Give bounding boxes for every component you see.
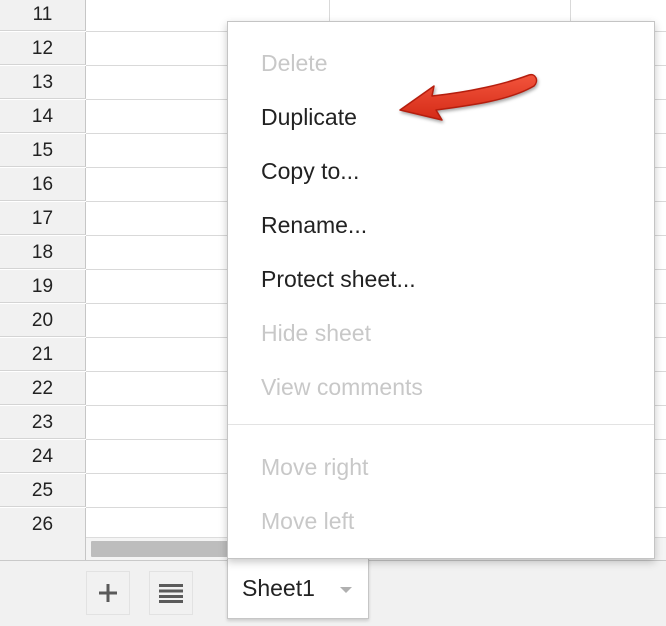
row-header-14[interactable]: 14: [0, 100, 86, 133]
add-sheet-button[interactable]: [86, 571, 130, 615]
row-header-filler: [0, 540, 86, 560]
caret-down-icon[interactable]: [340, 587, 352, 593]
menu-item-rename[interactable]: Rename...: [261, 212, 367, 239]
menu-item-delete: Delete: [261, 50, 328, 76]
menu-item-protect-sheet[interactable]: Protect sheet...: [261, 266, 416, 293]
plus-icon: [99, 584, 117, 602]
menu-item-move-right: Move right: [261, 454, 369, 480]
row-header-23[interactable]: 23: [0, 406, 86, 439]
row-header-12[interactable]: 12: [0, 32, 86, 65]
menu-separator: [228, 424, 654, 425]
sheet-tab-label: Sheet1: [242, 575, 315, 601]
row-header-13[interactable]: 13: [0, 66, 86, 99]
row-header-21[interactable]: 21: [0, 338, 86, 371]
spreadsheet-window: 11 12 13 14 15 16 17 18 19 20 21 22 23 2…: [0, 0, 666, 626]
row-header-24[interactable]: 24: [0, 440, 86, 473]
row-header-25[interactable]: 25: [0, 474, 86, 507]
row-header-11[interactable]: 11: [0, 0, 86, 31]
row-header-19[interactable]: 19: [0, 270, 86, 303]
menu-item-move-left: Move left: [261, 508, 355, 534]
row-header-26[interactable]: 26: [0, 508, 86, 541]
menu-item-duplicate[interactable]: Duplicate: [261, 104, 357, 131]
menu-item-hide-sheet: Hide sheet: [261, 320, 371, 346]
menu-item-view-comments: View comments: [261, 374, 423, 400]
red-arrow-annotation: [399, 73, 538, 121]
row-header-17[interactable]: 17: [0, 202, 86, 235]
row-header-18[interactable]: 18: [0, 236, 86, 269]
row-header-20[interactable]: 20: [0, 304, 86, 337]
all-sheets-button[interactable]: [149, 571, 193, 615]
row-header-22[interactable]: 22: [0, 372, 86, 405]
menu-item-copy-to[interactable]: Copy to...: [261, 158, 359, 185]
row-header-15[interactable]: 15: [0, 134, 86, 167]
list-icon: [159, 584, 183, 603]
sheet-tab-sheet1[interactable]: Sheet1: [227, 558, 369, 619]
row-header-16[interactable]: 16: [0, 168, 86, 201]
